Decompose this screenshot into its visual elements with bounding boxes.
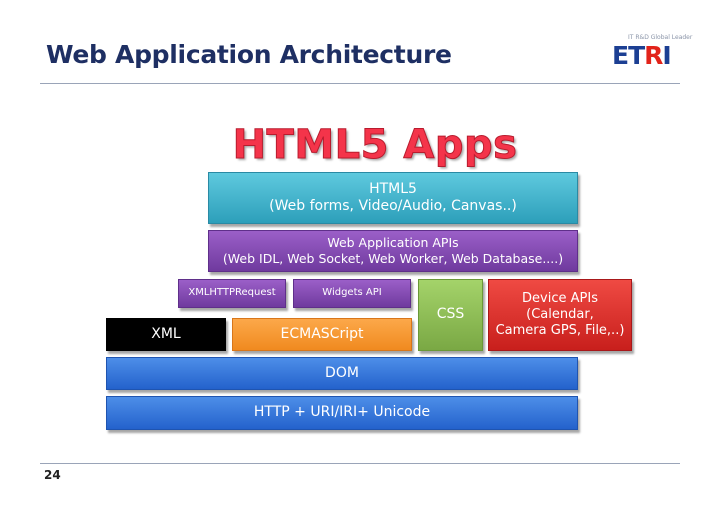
device-apis-title: Device APIs <box>522 290 598 306</box>
web-application-apis-layer: Web Application APIs (Web IDL, Web Socke… <box>208 230 578 272</box>
http-layer: HTTP + URI/IRI+ Unicode <box>106 396 578 430</box>
http-label: HTTP + URI/IRI+ Unicode <box>253 404 431 421</box>
html5-layer-title: HTML5 <box>369 180 417 197</box>
ecmascript-label: ECMASCript <box>280 325 364 342</box>
css-label: CSS <box>436 306 465 323</box>
logo-wordmark-suffix: I <box>662 41 671 70</box>
xmlhttprequest-label: XMLHTTPRequest <box>188 287 276 299</box>
html5-layer: HTML5 (Web forms, Video/Audio, Canvas..) <box>208 172 578 224</box>
dom-layer: DOM <box>106 357 578 390</box>
etri-logo: IT R&D Global Leader ETRI <box>610 34 692 72</box>
dom-label: DOM <box>325 364 359 381</box>
slide-number: 24 <box>44 468 61 482</box>
footer-divider <box>40 463 680 464</box>
css-box: CSS <box>418 279 483 351</box>
web-application-apis-title: Web Application APIs <box>327 235 459 251</box>
slide-title: Web Application Architecture <box>46 40 452 69</box>
ecmascript-box: ECMASCript <box>232 318 412 351</box>
device-apis-detail-2: Camera GPS, File,..) <box>495 323 625 339</box>
html5-layer-detail: (Web forms, Video/Audio, Canvas..) <box>269 198 517 214</box>
device-apis-box: Device APIs (Calendar, Camera GPS, File,… <box>488 279 632 351</box>
logo-wordmark: ETRI <box>612 41 672 70</box>
xml-label: XML <box>151 325 181 342</box>
logo-wordmark-r: R <box>644 41 663 70</box>
xml-box: XML <box>106 318 226 351</box>
header-divider <box>40 83 680 84</box>
widgets-api-label: Widgets API <box>322 287 382 299</box>
widgets-api-box: Widgets API <box>293 279 411 308</box>
logo-tagline: IT R&D Global Leader <box>628 34 693 41</box>
device-apis-detail-1: (Calendar, <box>526 306 594 322</box>
xmlhttprequest-box: XMLHTTPRequest <box>178 279 286 308</box>
logo-wordmark-prefix: ET <box>612 41 645 70</box>
diagram-heading: HTML5 Apps <box>232 122 518 169</box>
web-application-apis-detail: (Web IDL, Web Socket, Web Worker, Web Da… <box>222 251 564 266</box>
